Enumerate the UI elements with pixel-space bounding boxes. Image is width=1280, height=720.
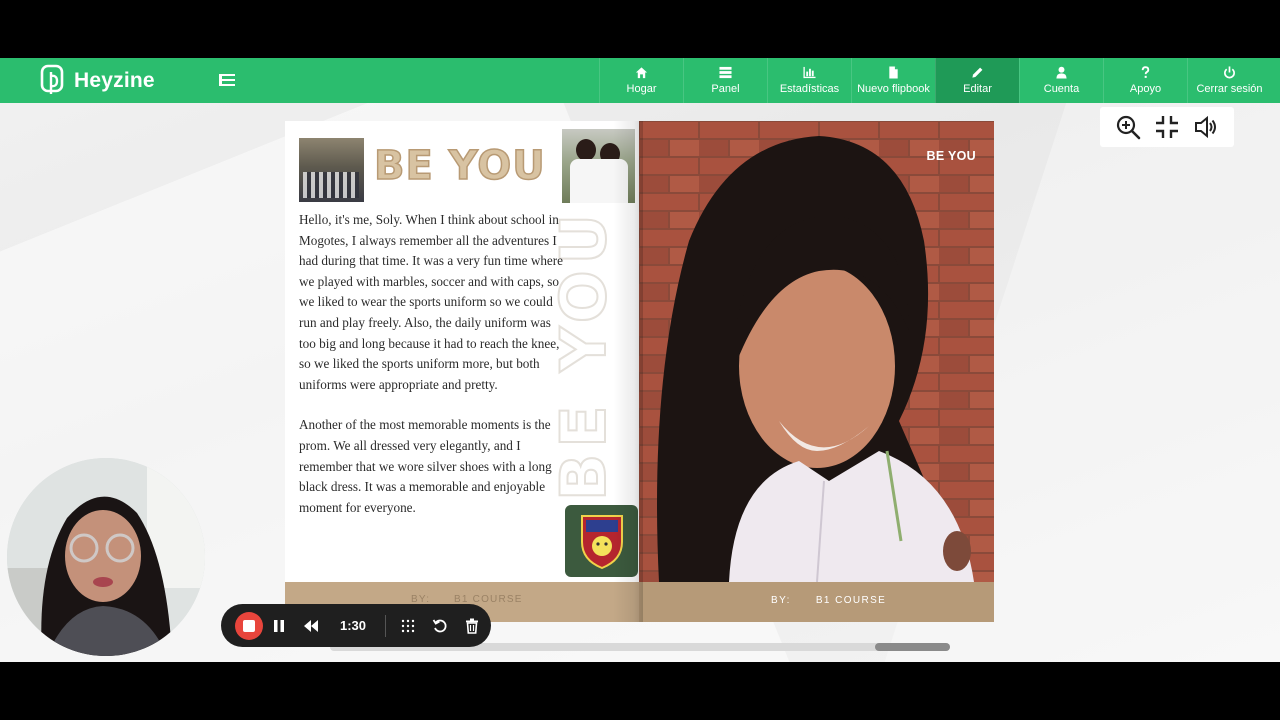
rewind-button[interactable] <box>295 612 327 640</box>
letterbox-bottom <box>0 662 1280 720</box>
letterbox-top <box>0 0 1280 58</box>
nav-item-label: Nuevo flipbook <box>857 83 930 95</box>
pencil-icon <box>972 67 983 78</box>
webcam-overlay[interactable] <box>7 458 205 656</box>
story-text: Hello, it's me, Soly. When I think about… <box>299 210 565 518</box>
flipbook[interactable]: BE YOU BE YOU Hello, it's me, Soly. When… <box>285 121 994 622</box>
nav-item-apoyo[interactable]: Apoyo <box>1103 58 1187 103</box>
user-icon <box>1056 66 1067 79</box>
restart-icon <box>432 619 447 632</box>
book-spine-shadow <box>613 121 643 622</box>
stop-recording-button[interactable] <box>235 611 263 640</box>
file-icon <box>889 66 898 79</box>
nav-item-label: Panel <box>711 83 740 95</box>
page-title: BE YOU <box>373 142 546 190</box>
question-icon <box>1141 66 1150 78</box>
page-tag: BE YOU <box>926 149 976 163</box>
toolbar-divider <box>385 614 386 637</box>
nav-item-hogar[interactable]: Hogar <box>599 58 683 103</box>
trash-icon <box>466 618 478 634</box>
student-portrait-photo <box>639 121 994 582</box>
story-paragraph: Another of the most memorable moments is… <box>299 417 552 515</box>
nav-item-label: Cuenta <box>1043 83 1080 95</box>
zoom-in-icon[interactable] <box>1115 114 1141 140</box>
power-icon <box>1224 66 1235 79</box>
page-scrollbar-thumb[interactable] <box>875 643 950 651</box>
home-icon <box>635 67 648 79</box>
nav-item-label: Hogar <box>626 83 657 95</box>
restart-button[interactable] <box>424 612 456 640</box>
recording-timer: 1:30 <box>339 618 367 633</box>
list-icon <box>719 66 732 79</box>
grid-dots-icon <box>401 619 415 632</box>
brand-name: Heyzine <box>74 69 155 92</box>
bar-chart-icon <box>803 66 816 79</box>
blur-tool-button[interactable] <box>392 612 424 640</box>
screen-recorder-controls: 1:30 <box>221 604 491 647</box>
nav-item-label: Apoyo <box>1129 83 1162 95</box>
heyzine-logo-icon <box>40 64 64 94</box>
nav-item-label: Estadísticas <box>779 83 840 95</box>
collapse-icon[interactable] <box>1154 114 1180 140</box>
pause-button[interactable] <box>263 612 295 640</box>
story-paragraph: Hello, it's me, Soly. When I think about… <box>299 212 564 392</box>
top-navbar: Heyzine Hogar Panel Estadísticas Nuevo f… <box>0 58 1280 103</box>
page-left[interactable]: BE YOU BE YOU Hello, it's me, Soly. When… <box>285 121 639 622</box>
nav-menu: Hogar Panel Estadísticas Nuevo flipbook … <box>599 58 1271 103</box>
footer-credit: BY: B1 COURSE <box>771 595 886 606</box>
nav-item-estadisticas[interactable]: Estadísticas <box>767 58 851 103</box>
sound-icon[interactable] <box>1193 114 1219 140</box>
nav-item-cuenta[interactable]: Cuenta <box>1019 58 1103 103</box>
school-group-photo <box>299 138 364 202</box>
rewind-icon <box>304 619 318 632</box>
viewer-toolbar <box>1100 107 1234 147</box>
nav-item-label: Editar <box>963 83 992 95</box>
nav-item-nuevo-flipbook[interactable]: Nuevo flipbook <box>851 58 935 103</box>
nav-item-cerrar-sesion[interactable]: Cerrar sesión <box>1187 58 1271 103</box>
page-right[interactable]: BE YOU BY: B1 COURSE <box>639 121 994 622</box>
nav-item-panel[interactable]: Panel <box>683 58 767 103</box>
footer-by: BY: <box>771 595 791 606</box>
nav-item-editar[interactable]: Editar <box>935 58 1019 103</box>
delete-button[interactable] <box>456 612 488 640</box>
webcam-video <box>7 458 205 656</box>
brand[interactable]: Heyzine <box>40 63 155 99</box>
menu-toggle-icon[interactable] <box>219 73 235 87</box>
footer-course: B1 COURSE <box>815 595 887 606</box>
pause-icon <box>274 619 284 632</box>
nav-item-label: Cerrar sesión <box>1196 83 1263 95</box>
